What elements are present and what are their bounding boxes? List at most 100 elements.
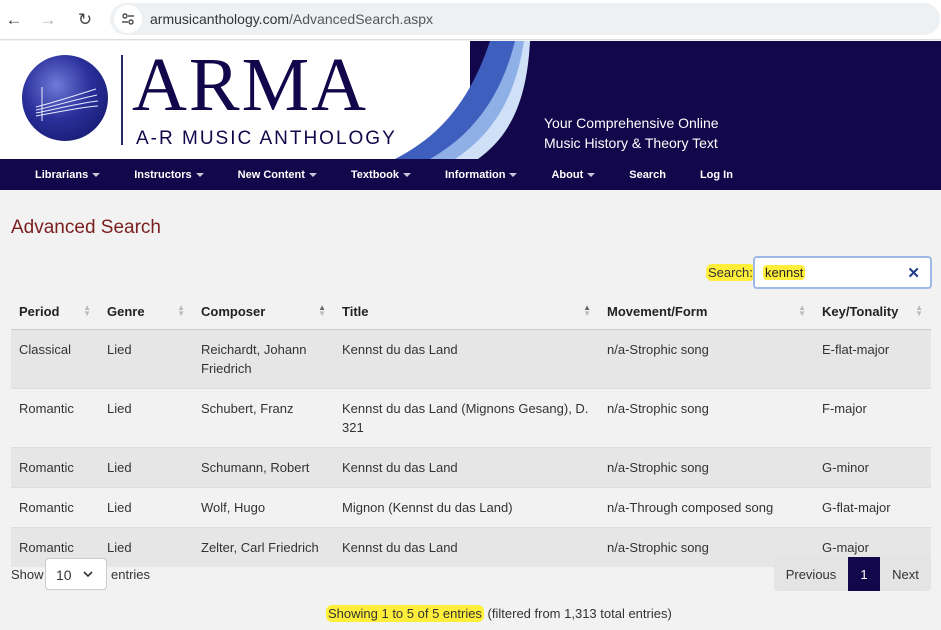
menu-item-information[interactable]: Information — [445, 169, 518, 181]
menu-item-label: New Content — [237, 168, 305, 181]
menu-item-search[interactable]: Search — [629, 169, 666, 181]
table-row[interactable]: Romantic Lied Wolf, Hugo Mignon (Kennst … — [11, 486, 931, 527]
back-arrow-icon[interactable]: ← — [2, 8, 26, 32]
column-header-title[interactable]: Title ▲ ▼ — [334, 294, 599, 330]
cell-composer: Schumann, Robert — [193, 446, 334, 487]
cell-movement-form: n/a-Strophic song — [599, 446, 814, 487]
column-label: Key/Tonality — [822, 303, 899, 319]
arma-logo-title[interactable]: ARMA — [132, 47, 368, 123]
results-table: Period ▲ ▼ Genre ▲ ▼ Composer ▲ ▼ Title ▲ ▼ Move… — [11, 294, 931, 567]
search-input[interactable]: kennst ✕ — [753, 256, 932, 289]
show-label: Show — [11, 567, 44, 582]
menu-item-instructors[interactable]: Instructors — [134, 168, 204, 181]
menu-item-label: About — [551, 168, 584, 181]
arma-logo-subtitle: A-R MUSIC ANTHOLOGY — [136, 128, 397, 149]
clear-search-icon[interactable]: ✕ — [907, 264, 920, 282]
cell-title[interactable]: Kennst du das Land (Mignons Gesang), D. … — [334, 387, 599, 447]
forward-arrow-icon[interactable]: → — [36, 8, 60, 32]
column-header-genre[interactable]: Genre ▲ ▼ — [99, 294, 193, 330]
sort-asc-icon: ▲ ▼ — [583, 303, 591, 318]
sort-icon: ▲ ▼ — [83, 303, 91, 318]
table-row[interactable]: Romantic Lied Schubert, Franz Kennst du … — [11, 387, 931, 447]
url-domain: armusicanthology.com — [150, 11, 290, 27]
cell-title[interactable]: Kennst du das Land — [334, 328, 599, 388]
menu-item-label: Textbook — [350, 168, 399, 181]
sort-icon: ▲ ▼ — [915, 303, 923, 318]
caret-down-icon — [587, 172, 596, 177]
banner-tagline: Your Comprehensive Online Music History … — [544, 113, 719, 153]
site-banner: ARMA A-R MUSIC ANTHOLOGY Your Comprehens… — [0, 41, 941, 159]
previous-page-button[interactable]: Previous — [774, 557, 848, 591]
url-path: /AdvancedSearch.aspx — [289, 11, 434, 27]
menu-item-new-content[interactable]: New Content — [238, 169, 317, 181]
cell-genre: Lied — [99, 486, 193, 527]
table-row[interactable]: Romantic Lied Schumann, Robert Kennst du… — [11, 446, 931, 487]
menu-item-label: Instructors — [134, 168, 192, 181]
address-bar[interactable]: armusicanthology.com/AdvancedSearch.aspx — [110, 3, 940, 35]
pagination: Previous 1 Next — [774, 557, 931, 591]
column-header-movement-form[interactable]: Movement/Form ▲ ▼ — [599, 294, 814, 330]
cell-composer: Wolf, Hugo — [193, 486, 334, 527]
menu-item-label: Librarians — [35, 168, 89, 181]
caret-down-icon — [509, 172, 518, 177]
next-page-button[interactable]: Next — [880, 557, 931, 591]
main-nav-menu: Librarians Instructors New Content Textb… — [0, 159, 941, 190]
column-header-period[interactable]: Period ▲ ▼ — [11, 294, 99, 330]
chevron-down-icon — [82, 565, 94, 586]
column-header-composer[interactable]: Composer ▲ ▼ — [193, 294, 334, 330]
arma-logo-icon[interactable] — [22, 55, 108, 141]
menu-item-textbook[interactable]: Textbook — [351, 169, 411, 181]
entries-per-page-select[interactable]: 10 — [45, 558, 107, 590]
cell-movement-form: n/a-Through composed song — [599, 486, 814, 527]
reload-icon[interactable]: ↻ — [73, 8, 97, 32]
column-label: Movement/Form — [607, 303, 708, 319]
cell-composer: Zelter, Carl Friedrich — [193, 526, 334, 567]
cell-period: Romantic — [11, 387, 99, 447]
sort-icon: ▲ ▼ — [798, 303, 806, 318]
sort-icon: ▲ ▼ — [177, 303, 185, 318]
search-input-value[interactable]: kennst — [763, 265, 806, 280]
menu-item-log-in[interactable]: Log In — [700, 169, 733, 181]
column-label: Genre — [107, 303, 145, 319]
cell-genre: Lied — [99, 526, 193, 567]
table-info: Showing 1 to 5 of 5 entries (filtered fr… — [326, 605, 672, 622]
menu-item-label: Search — [629, 168, 666, 181]
column-label: Title — [342, 303, 369, 319]
cell-genre: Lied — [99, 328, 193, 388]
sort-asc-icon: ▲ ▼ — [318, 303, 326, 318]
search-label: Search: — [706, 264, 755, 281]
cell-period: Romantic — [11, 446, 99, 487]
site-settings-icon[interactable] — [114, 5, 142, 33]
table-row[interactable]: Classical Lied Reichardt, Johann Friedri… — [11, 328, 931, 388]
table-header-row: Period ▲ ▼ Genre ▲ ▼ Composer ▲ ▼ Title ▲ ▼ Move… — [11, 294, 931, 330]
entries-label: entries — [111, 567, 151, 582]
table-info-filtered: (filtered from 1,313 total entries) — [483, 606, 672, 621]
cell-title[interactable]: Mignon (Kennst du das Land) — [334, 486, 599, 527]
page-title: Advanced Search — [11, 217, 161, 238]
tagline-line-2: Music History & Theory Text — [544, 135, 718, 151]
browser-toolbar: ← → ↻ armusicanthology.com/AdvancedSearc… — [0, 0, 941, 40]
cell-genre: Lied — [99, 446, 193, 487]
cell-key-tonality: F-major — [814, 387, 931, 447]
cell-composer: Schubert, Franz — [193, 387, 334, 447]
cell-key-tonality: G-flat-major — [814, 486, 931, 527]
column-header-key-tonality[interactable]: Key/Tonality ▲ ▼ — [814, 294, 931, 330]
menu-item-about[interactable]: About — [551, 168, 596, 181]
cell-title[interactable]: Kennst du das Land — [334, 526, 599, 567]
cell-genre: Lied — [99, 387, 193, 447]
cell-composer: Reichardt, Johann Friedrich — [193, 328, 334, 388]
cell-movement-form: n/a-Strophic song — [599, 328, 814, 388]
tagline-line-1: Your Comprehensive Online — [544, 115, 719, 131]
cell-title[interactable]: Kennst du das Land — [334, 446, 599, 487]
menu-item-label: Log In — [699, 168, 733, 181]
entries-per-page-value: 10 — [56, 567, 72, 583]
table-info-main: Showing 1 to 5 of 5 entries — [326, 605, 484, 622]
column-label: Composer — [201, 303, 266, 319]
url-text: armusicanthology.com/AdvancedSearch.aspx — [150, 11, 433, 27]
menu-item-librarians[interactable]: Librarians — [35, 168, 101, 181]
page-1-button[interactable]: 1 — [848, 557, 880, 591]
logo-divider — [121, 55, 123, 145]
menu-item-label: Information — [444, 168, 506, 181]
cell-movement-form: n/a-Strophic song — [599, 387, 814, 447]
caret-down-icon — [402, 172, 411, 177]
